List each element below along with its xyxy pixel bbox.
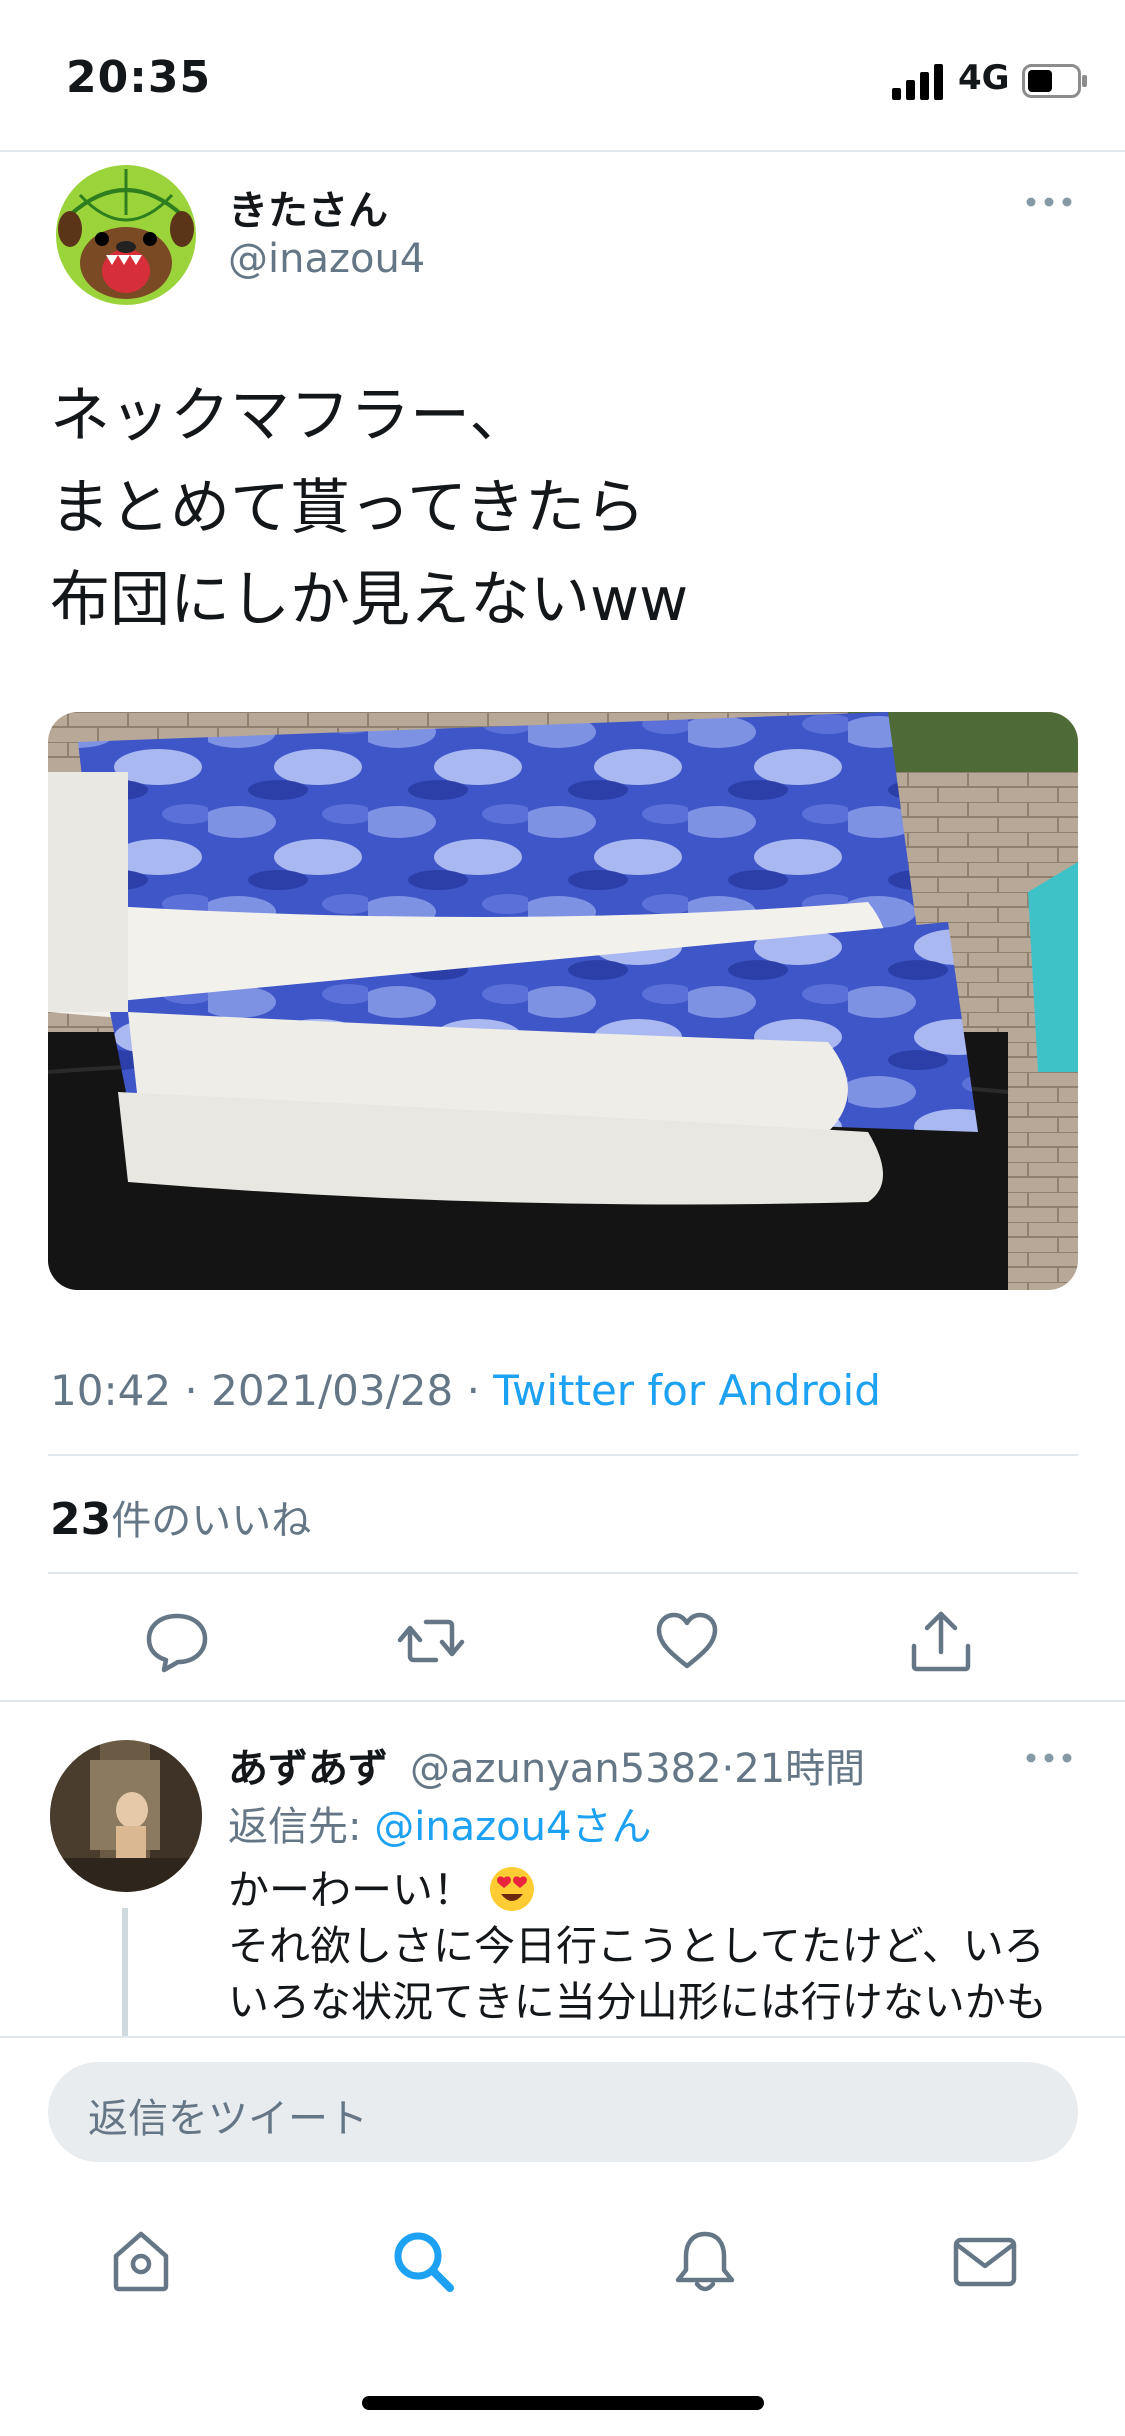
divider [48,1572,1078,1574]
meta-separator: · [721,1746,735,1792]
likes-count: 23 [50,1494,112,1545]
divider [0,1700,1125,1702]
reply-text-line: かーわーい！ [228,1866,474,1914]
tweet-text: ネックマフラー、 まとめて貰ってきたら 布団にしか見えないww [50,381,689,635]
divider [0,2036,1125,2038]
battery-icon [1022,64,1087,98]
likes-label: 件のいいね [111,1498,312,1544]
share-icon[interactable] [906,1606,976,1676]
home-icon[interactable] [106,2226,176,2296]
divider [48,1454,1078,1456]
user-handle[interactable]: @inazou4 [228,236,425,282]
thread-line [122,1908,128,2036]
search-icon[interactable] [388,2226,458,2296]
reply-avatar-image [50,1740,202,1892]
reply-display-name[interactable]: あずあず [228,1736,388,1794]
reply-handle[interactable]: @azunyan5382 [410,1746,722,1792]
notifications-bell-icon[interactable] [670,2226,740,2296]
photo-image [48,712,1078,1290]
tweet-source-link[interactable]: Twitter for Android [493,1366,881,1415]
status-bar: 20:35 4G [0,0,1125,150]
divider [0,150,1125,152]
tweet-photo[interactable] [48,712,1078,1290]
reply-meta: @azunyan5382·21時間 [410,1736,865,1794]
like-heart-icon[interactable] [652,1606,722,1676]
reply-placeholder: 返信をツイート [88,2096,368,2142]
messages-mail-icon[interactable] [950,2226,1020,2296]
more-options-icon[interactable] [1024,192,1074,212]
reply-text: かーわーい！ それ欲しさに今日行こうとしてたけど、いろいろな状況てきに当分山形に… [228,1862,1078,2030]
display-name[interactable]: きたさん [228,178,388,236]
reply-to-prefix: 返信先: [228,1804,375,1850]
meta-separator: · [184,1366,198,1415]
heart-eyes-emoji-icon [490,1867,535,1911]
avatar[interactable] [50,155,202,307]
reply-time: 21時間 [734,1746,866,1792]
home-indicator[interactable] [362,2396,764,2410]
tweet-metadata: 10:42 · 2021/03/28 · Twitter for Android [50,1366,881,1415]
status-time: 20:35 [66,52,212,103]
tweet-date: 2021/03/28 [211,1366,454,1415]
reply-text-line: それ欲しさに今日行こうとしてたけど、いろいろな状況てきに当分山形には行けないかも [228,1922,1047,2026]
retweet-icon[interactable] [396,1606,466,1676]
reply-icon[interactable] [142,1606,212,1676]
meta-separator: · [466,1366,480,1415]
reply-avatar[interactable] [50,1740,202,1892]
network-type: 4G [958,58,1010,98]
tweet-time: 10:42 [50,1366,172,1415]
signal-icon [892,64,943,100]
melon-bear-avatar-image [50,155,202,307]
reply-to-user-link[interactable]: @inazou4さん [374,1804,651,1850]
more-options-icon[interactable] [1024,1748,1074,1768]
reply-to: 返信先: @inazou4さん [228,1794,651,1852]
likes-summary[interactable]: 23件のいいね [50,1488,311,1546]
